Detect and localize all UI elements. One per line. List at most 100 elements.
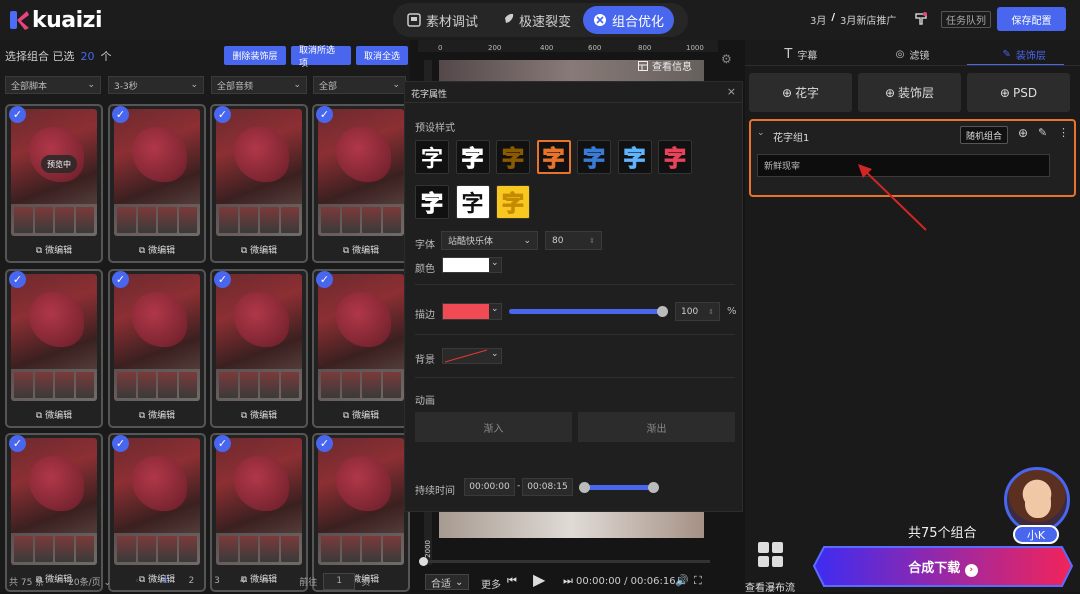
cancel-selected-button[interactable]: 取消所选项 <box>291 46 351 69</box>
stroke-value-input[interactable]: 100 ⇕ <box>675 302 720 321</box>
timeline-track[interactable] <box>420 560 710 563</box>
stroke-slider-knob[interactable] <box>657 306 668 317</box>
duration-range-slider[interactable] <box>579 482 659 493</box>
tab-combo-optimize[interactable]: 组合优化 <box>583 6 675 34</box>
combo-card[interactable]: ✓⧉ 微编辑 <box>5 433 103 592</box>
assistant-avatar[interactable] <box>1004 467 1070 533</box>
prev-page-button[interactable]: ‹ <box>135 576 139 586</box>
preset-style-swatch[interactable]: 字 <box>658 140 692 174</box>
fit-select[interactable]: 合适 ⌄ <box>425 574 470 590</box>
tab-decoration[interactable]: ✎ 装饰层 <box>968 44 1080 64</box>
page-4[interactable]: 4 <box>240 576 246 586</box>
font-select[interactable]: 站酷快乐体 ⌄ <box>441 231 538 250</box>
page-3[interactable]: 3 <box>214 576 220 586</box>
fade-in-button[interactable]: 渐入 <box>415 412 572 442</box>
settings-icon[interactable]: ⚙ <box>721 52 735 68</box>
check-icon[interactable]: ✓ <box>214 106 231 123</box>
check-icon[interactable]: ✓ <box>316 435 333 452</box>
page-2[interactable]: 2 <box>188 576 194 586</box>
range-start-knob[interactable] <box>579 482 590 493</box>
check-icon[interactable]: ✓ <box>9 271 26 288</box>
micro-edit-button[interactable]: ⧉ 微编辑 <box>7 408 101 421</box>
play-icon[interactable]: ▶ <box>533 570 545 589</box>
script-filter-select[interactable]: 全部脚本 ⌄ <box>5 76 101 94</box>
combo-card[interactable]: ✓⧉ 微编辑 <box>108 433 206 592</box>
check-icon[interactable]: ✓ <box>316 106 333 123</box>
preset-style-swatch[interactable]: 字 <box>496 185 530 219</box>
volume-icon[interactable]: 🔊 <box>675 574 689 587</box>
combo-card[interactable]: ✓ ⧉ 微编辑 <box>312 269 410 428</box>
stroke-slider[interactable] <box>509 306 668 317</box>
combo-card[interactable]: ✓⧉ 微编辑 <box>108 269 206 428</box>
campaign-breadcrumb[interactable]: 3月 / 3月新店推广 <box>810 12 896 27</box>
all-filter-select[interactable]: 全部 ⌄ <box>313 76 406 94</box>
random-combo-button[interactable]: 随机组合 <box>960 126 1008 144</box>
brand-logo[interactable]: kuaizi <box>8 7 103 33</box>
tab-subtitle[interactable]: T 字幕 <box>745 44 857 64</box>
add-flower-text-button[interactable]: ⊕ 花字 <box>749 73 852 112</box>
page-1[interactable]: 1 <box>163 576 169 586</box>
tab-filter[interactable]: ◎ 滤镜 <box>857 44 969 64</box>
audio-filter-select[interactable]: 全部音频 ⌄ <box>211 76 307 94</box>
waterfall-icon[interactable] <box>757 541 785 569</box>
check-icon[interactable]: ✓ <box>9 106 26 123</box>
preset-style-swatch[interactable]: 字 <box>455 140 490 174</box>
more-button[interactable]: 更多 <box>481 576 501 591</box>
view-info-button[interactable]: 查看信息 <box>638 58 692 73</box>
per-page-select[interactable]: 20条/页 ⌄ <box>68 575 111 588</box>
fullscreen-icon[interactable]: ⛶ <box>694 574 702 588</box>
micro-edit-button[interactable]: ⧉ 微编辑 <box>314 408 408 421</box>
check-icon[interactable]: ✓ <box>214 435 231 452</box>
preset-style-swatch[interactable]: 字 <box>496 140 530 174</box>
check-icon[interactable]: ✓ <box>9 435 26 452</box>
combo-card[interactable]: ✓⧉ 微编辑 <box>312 104 410 263</box>
preset-style-swatch[interactable]: 字 <box>536 140 571 174</box>
add-psd-button[interactable]: ⊕ PSD <box>967 73 1070 112</box>
micro-edit-button[interactable]: ⧉ 微编辑 <box>110 243 204 256</box>
combo-card[interactable]: ✓ 预览中 ⧉ 微编辑 <box>5 104 103 263</box>
more-vertical-icon[interactable]: ⋮ <box>1058 126 1069 139</box>
start-time-input[interactable]: 00:00:00 <box>464 478 515 496</box>
add-decoration-button[interactable]: ⊕ 装饰层 <box>858 73 961 112</box>
text-color-picker[interactable]: ⌄ <box>442 257 502 273</box>
preset-style-swatch[interactable]: 字 <box>455 185 490 219</box>
combo-card[interactable]: ✓⧉ 微编辑 <box>210 433 308 592</box>
close-icon[interactable]: × <box>727 85 736 98</box>
combo-card[interactable]: ✓⧉ 微编辑 <box>312 433 410 592</box>
end-time-input[interactable]: 00:08:15 <box>522 478 573 496</box>
goto-page-input[interactable]: 1 <box>323 572 356 590</box>
preset-style-swatch[interactable]: 字 <box>415 185 449 219</box>
stroke-color-picker[interactable]: ⌄ <box>442 303 502 320</box>
pin-icon[interactable] <box>913 11 929 27</box>
micro-edit-button[interactable]: ⧉ 微编辑 <box>212 408 306 421</box>
add-icon[interactable]: ⊕ <box>1018 126 1028 140</box>
skip-back-icon[interactable]: ⏮ <box>507 574 517 588</box>
next-page-button[interactable]: › <box>266 576 270 586</box>
tab-material-debug[interactable]: 素材调试 <box>397 6 488 34</box>
background-color-picker[interactable]: ⌄ <box>442 348 502 364</box>
skip-forward-icon[interactable]: ⏭ <box>563 574 573 588</box>
preset-style-swatch[interactable]: 字 <box>617 140 652 174</box>
check-icon[interactable]: ✓ <box>112 435 129 452</box>
preset-style-swatch[interactable]: 字 <box>415 140 449 174</box>
combo-card[interactable]: ✓ ⧉ 微编辑 <box>108 104 206 263</box>
duration-filter-select[interactable]: 3-3秒 ⌄ <box>108 76 204 94</box>
range-end-knob[interactable] <box>648 482 659 493</box>
combo-card[interactable]: ✓⧉ 微编辑 <box>210 269 308 428</box>
compose-download-button[interactable]: 合成下载 › <box>812 545 1074 588</box>
tab-fast-fission[interactable]: 极速裂变 <box>490 6 581 34</box>
check-icon[interactable]: ✓ <box>112 106 129 123</box>
edit-icon[interactable]: ✎ <box>1038 126 1047 139</box>
micro-edit-button[interactable]: ⧉ 微编辑 <box>7 243 101 256</box>
check-icon[interactable]: ✓ <box>112 271 129 288</box>
deselect-all-button[interactable]: 取消全选 <box>356 46 408 65</box>
micro-edit-button[interactable]: ⧉ 微编辑 <box>212 243 306 256</box>
check-icon[interactable]: ✓ <box>316 271 333 288</box>
combo-card[interactable]: ✓ ⧉ 微编辑 <box>5 269 103 428</box>
combo-card[interactable]: ✓ ⧉ 微编辑 <box>210 104 308 263</box>
preset-style-swatch[interactable]: 字 <box>577 140 611 174</box>
save-config-button[interactable]: 保存配置 <box>997 7 1066 31</box>
task-queue-button[interactable]: 任务队列 <box>941 11 991 28</box>
timeline-handle[interactable] <box>419 557 428 566</box>
delete-decor-button[interactable]: 删除装饰层 <box>224 46 286 65</box>
